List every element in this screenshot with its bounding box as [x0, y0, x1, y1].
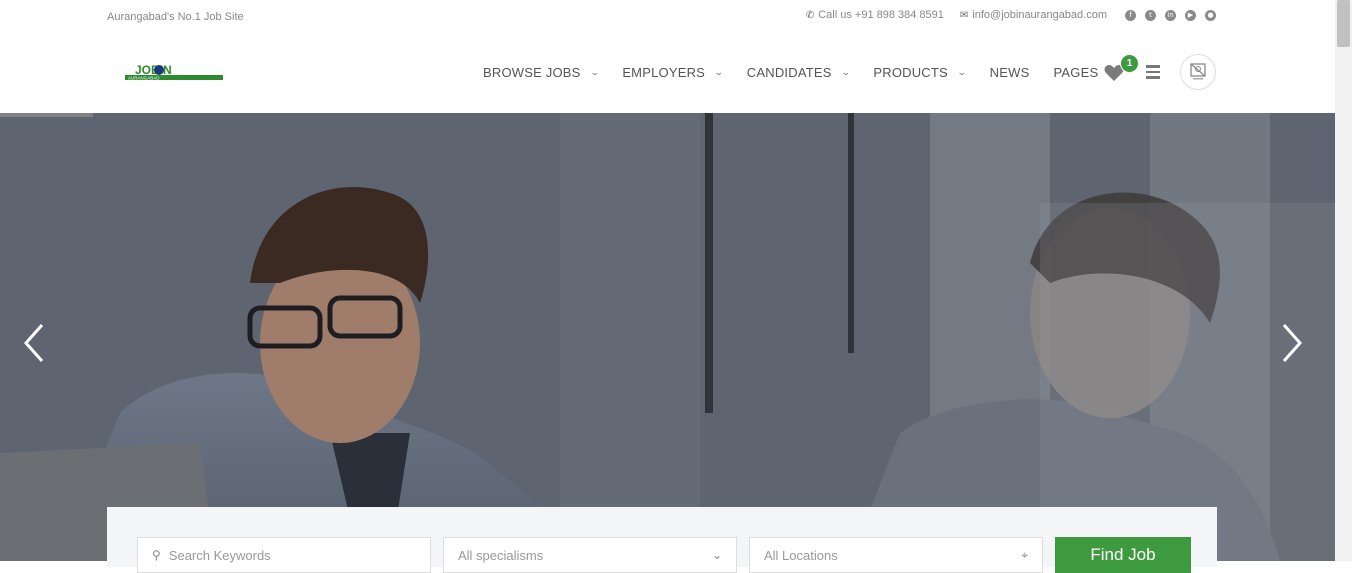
- logo-subtext: AURANGABAD: [128, 76, 160, 81]
- hero-slider: [0, 113, 1335, 561]
- youtube-icon[interactable]: ▶: [1185, 9, 1196, 21]
- user-avatar[interactable]: [1180, 54, 1216, 90]
- hero-background-image: [0, 113, 1335, 561]
- search-icon: ⚲: [152, 548, 161, 562]
- slider-progress-bar: [0, 113, 93, 117]
- envelope-icon: ✉: [959, 9, 969, 21]
- find-job-button[interactable]: Find Job: [1055, 537, 1191, 573]
- nav-candidates[interactable]: CANDIDATES ⌄: [747, 65, 850, 80]
- wishlist-count-badge: 1: [1120, 54, 1139, 73]
- page-scrollbar-track[interactable]: [1335, 0, 1352, 561]
- email-contact[interactable]: ✉ info@jobinaurangabad.com: [960, 9, 1107, 21]
- nav-employers[interactable]: EMPLOYERS ⌄: [622, 65, 724, 80]
- user-image-icon: [1190, 63, 1206, 80]
- chevron-down-icon: ⌄: [713, 67, 724, 77]
- nav-candidates-label: CANDIDATES: [746, 65, 832, 80]
- nav-browse-jobs-label: BROWSE JOBS: [483, 65, 581, 80]
- locations-placeholder: All Locations: [764, 547, 838, 563]
- chevron-right-icon: [1282, 324, 1303, 362]
- site-tagline: Aurangabad's No.1 Job Site: [107, 11, 244, 23]
- chevron-down-icon: ⌄: [840, 67, 851, 77]
- nav-browse-jobs[interactable]: BROWSE JOBS ⌄: [483, 65, 600, 80]
- slider-prev-button[interactable]: [20, 321, 50, 365]
- chevron-left-icon: [23, 324, 44, 362]
- nav-news-label: NEWS: [989, 65, 1030, 80]
- nav-actions: 1: [1104, 54, 1216, 90]
- facebook-icon[interactable]: f: [1125, 9, 1136, 21]
- wishlist-button[interactable]: 1: [1104, 54, 1139, 83]
- keywords-placeholder: Search Keywords: [168, 547, 271, 563]
- nav-employers-label: EMPLOYERS: [622, 65, 706, 80]
- other-social-icon[interactable]: ●: [1205, 9, 1216, 21]
- nav-products-label: PRODUCTS: [873, 65, 948, 80]
- phone-contact[interactable]: ✆ Call us +91 898 384 8591: [806, 9, 944, 21]
- chevron-down-icon: ⌄: [956, 67, 967, 77]
- phone-text: Call us +91 898 384 8591: [818, 9, 944, 21]
- hamburger-menu-icon[interactable]: [1146, 65, 1160, 79]
- locations-input[interactable]: All Locations ⌖: [749, 537, 1043, 573]
- keywords-input[interactable]: ⚲ Search Keywords: [137, 537, 431, 573]
- chevron-down-icon: ⌄: [711, 548, 722, 562]
- contact-info: ✆ Call us +91 898 384 8591 ✉ info@jobina…: [806, 9, 1216, 21]
- nav-news[interactable]: NEWS: [990, 65, 1030, 80]
- main-nav: BROWSE JOBS ⌄ EMPLOYERS ⌄ CANDIDATES ⌄ PROD…: [483, 65, 1140, 80]
- phone-icon: ✆: [805, 9, 815, 21]
- chevron-down-icon: ⌄: [589, 67, 600, 77]
- email-text: info@jobinaurangabad.com: [972, 9, 1107, 21]
- top-bar: Aurangabad's No.1 Job Site ✆ Call us +91…: [0, 0, 1335, 34]
- job-search-panel: ⚲ Search Keywords All specialisms ⌄ All …: [107, 507, 1217, 573]
- linkedin-icon[interactable]: in: [1165, 9, 1176, 21]
- site-logo[interactable]: JOBIN AURANGABAD: [125, 63, 225, 82]
- crosshair-icon[interactable]: ⌖: [1021, 548, 1028, 563]
- social-links: f t in ▶ ●: [1125, 9, 1216, 21]
- specialisms-select[interactable]: All specialisms ⌄: [443, 537, 737, 573]
- specialisms-value: All specialisms: [458, 547, 544, 563]
- main-navbar: JOBIN AURANGABAD BROWSE JOBS ⌄ EMPLOYERS ⌄…: [0, 34, 1335, 113]
- page-scrollbar-thumb[interactable]: [1337, 0, 1350, 47]
- twitter-icon[interactable]: t: [1145, 9, 1156, 21]
- slider-next-button[interactable]: [1276, 321, 1306, 365]
- nav-products[interactable]: PRODUCTS ⌄: [873, 65, 967, 80]
- nav-pages-label: PAGES: [1053, 65, 1099, 80]
